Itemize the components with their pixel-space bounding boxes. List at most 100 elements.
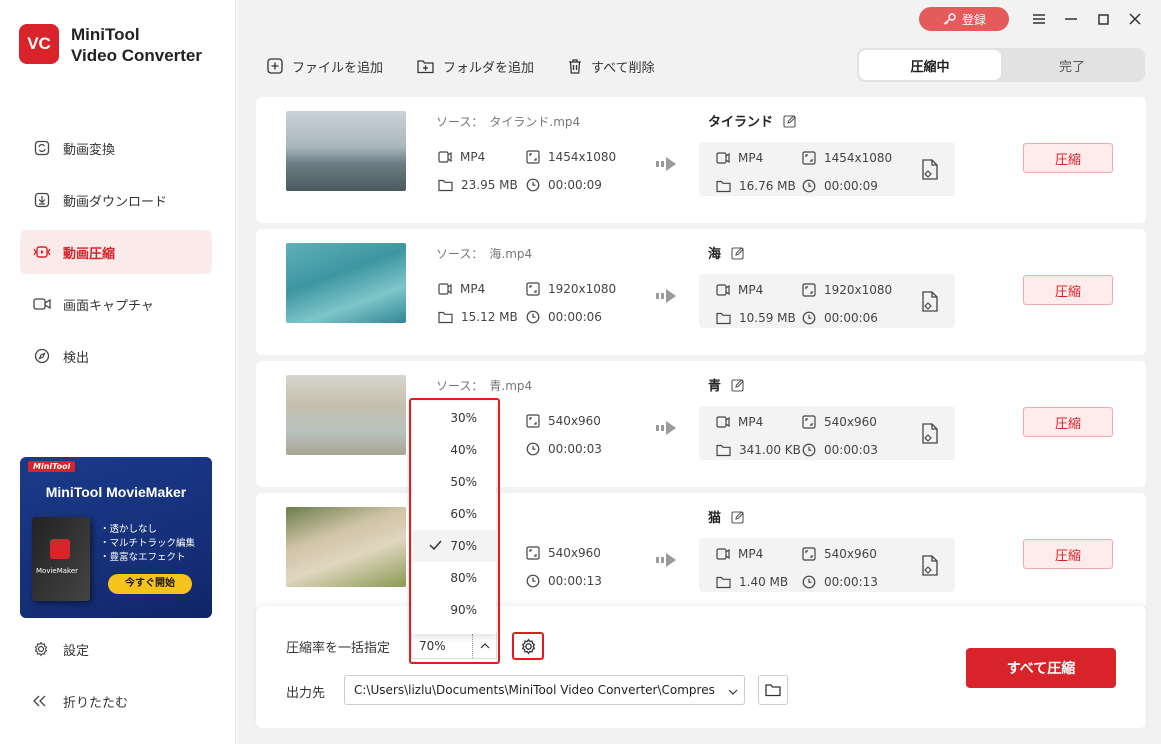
size-value: 341.00 KB [739, 443, 801, 457]
promo-feature: ・マルチトラック編集 [100, 538, 196, 549]
compress-button[interactable]: 圧縮 [1023, 539, 1113, 569]
output-settings-icon[interactable] [920, 555, 940, 581]
dropdown-option[interactable]: 40% [412, 434, 496, 466]
size-value: 16.76 MB [739, 179, 796, 193]
source-format: MP4 [438, 282, 485, 296]
moviemaker-logo-icon [50, 539, 70, 559]
sidebar-item-compress[interactable]: 動画圧縮 [20, 230, 212, 274]
collapse-button[interactable]: 折りたたむ [20, 683, 212, 719]
resolution-value: 540x960 [548, 414, 601, 428]
format-value: MP4 [460, 150, 486, 164]
browse-folder-button[interactable] [758, 675, 788, 705]
compress-button[interactable]: 圧縮 [1023, 143, 1113, 173]
dropdown-option[interactable]: 60% [412, 498, 496, 530]
compression-rate-select[interactable]: 70% [411, 633, 497, 659]
size-value: 10.59 MB [739, 311, 796, 325]
format-value: MP4 [738, 415, 764, 429]
add-file-button[interactable]: ファイルを追加 [267, 57, 383, 76]
tab-compressing[interactable]: 圧縮中 [859, 50, 1001, 80]
edit-icon[interactable] [721, 378, 745, 392]
dropdown-option[interactable]: 50% [412, 466, 496, 498]
compression-settings-button[interactable] [512, 632, 544, 660]
register-button[interactable]: 登録 [919, 7, 1009, 31]
toolbar: ファイルを追加 フォルダを追加 すべて削除 [267, 52, 689, 80]
promo-start-button[interactable]: 今すぐ開始 [108, 574, 192, 594]
duration-value: 00:00:03 [548, 442, 602, 456]
output-resolution: 540x960 [802, 415, 877, 429]
compress-button[interactable]: 圧縮 [1023, 275, 1113, 305]
delete-all-button[interactable]: すべて削除 [568, 57, 655, 76]
output-duration: 00:00:13 [802, 575, 878, 589]
video-thumbnail[interactable] [286, 243, 406, 323]
moviemaker-box-image: MovieMaker [32, 517, 90, 601]
output-path-select[interactable]: C:\Users\lizlu\Documents\MiniTool Video … [344, 675, 745, 705]
output-settings-icon[interactable] [920, 291, 940, 317]
format-value: MP4 [738, 151, 764, 165]
source-resolution: 540x960 [526, 546, 601, 560]
compress-all-button[interactable]: すべて圧縮 [966, 648, 1116, 688]
resolution-value: 1454x1080 [548, 150, 617, 164]
gear-icon [521, 637, 535, 655]
resolution-value: 540x960 [548, 546, 601, 560]
dropdown-option[interactable]: 70% [412, 530, 496, 562]
output-resolution: 540x960 [802, 547, 877, 561]
video-format-icon [716, 415, 738, 429]
output-name-text: 青 [708, 379, 722, 394]
menu-button[interactable] [1023, 6, 1055, 32]
tab-done[interactable]: 完了 [1001, 50, 1143, 80]
output-resolution: 1920x1080 [802, 283, 892, 297]
rate-value: 70% [419, 639, 446, 653]
video-thumbnail[interactable] [286, 507, 406, 587]
source-name: ソース： 海.mp4 [436, 247, 533, 261]
duration-value: 00:00:13 [548, 574, 602, 588]
clock-icon [802, 311, 824, 325]
sidebar-item-discover[interactable]: 検出 [20, 334, 212, 378]
sidebar: VC MiniTool Video Converter 動画変換 動画ダウンロー… [0, 0, 236, 744]
minimize-button[interactable] [1055, 6, 1087, 32]
add-file-label: ファイルを追加 [292, 60, 384, 76]
output-name-text: タイランド [708, 115, 774, 130]
camera-icon [33, 295, 51, 313]
video-thumbnail[interactable] [286, 111, 406, 191]
arrow-right-icon [656, 551, 678, 573]
output-settings-icon[interactable] [920, 423, 940, 449]
dropdown-option[interactable]: 90% [412, 594, 496, 626]
source-size: 23.95 MB [438, 178, 518, 192]
settings-button[interactable]: 設定 [20, 631, 212, 667]
resolution-value: 1454x1080 [824, 151, 893, 165]
output-name: タイランド [708, 111, 797, 130]
dropdown-option[interactable]: 80% [412, 562, 496, 594]
dropdown-option[interactable]: 30% [412, 402, 496, 434]
maximize-icon [1097, 13, 1109, 25]
sidebar-item-convert[interactable]: 動画変換 [20, 126, 212, 170]
sidebar-item-download[interactable]: 動画ダウンロード [20, 178, 212, 222]
resolution-icon [802, 547, 824, 561]
edit-icon[interactable] [721, 510, 745, 524]
dropdown-option-label: 40% [450, 443, 477, 457]
clock-icon [526, 310, 548, 324]
arrow-right-icon [656, 419, 678, 441]
app-name-line1: MiniTool [71, 25, 140, 44]
folder-icon [716, 444, 739, 457]
sidebar-item-capture[interactable]: 画面キャプチャ [20, 282, 212, 326]
add-folder-button[interactable]: フォルダを追加 [417, 57, 534, 76]
output-name: 海 [708, 243, 745, 262]
resolution-icon [526, 282, 548, 296]
edit-icon[interactable] [773, 114, 797, 128]
chevron-up-icon[interactable] [472, 634, 496, 658]
maximize-button[interactable] [1087, 6, 1119, 32]
compress-icon [33, 243, 51, 261]
close-button[interactable] [1119, 6, 1151, 32]
size-value: 15.12 MB [461, 310, 518, 324]
promo-features: ・透かしなし ・マルチトラック編集 ・豊富なエフェクト [100, 523, 195, 565]
output-settings-icon[interactable] [920, 159, 940, 185]
format-value: MP4 [738, 283, 764, 297]
source-resolution: 540x960 [526, 414, 601, 428]
compress-button[interactable]: 圧縮 [1023, 407, 1113, 437]
settings-label: 設定 [63, 643, 90, 659]
output-size: 10.59 MB [716, 311, 796, 325]
delete-all-label: すべて削除 [591, 60, 655, 76]
moviemaker-promo[interactable]: MiniTool MiniTool MovieMaker MovieMaker … [20, 457, 212, 618]
edit-icon[interactable] [721, 246, 745, 260]
video-thumbnail[interactable] [286, 375, 406, 455]
